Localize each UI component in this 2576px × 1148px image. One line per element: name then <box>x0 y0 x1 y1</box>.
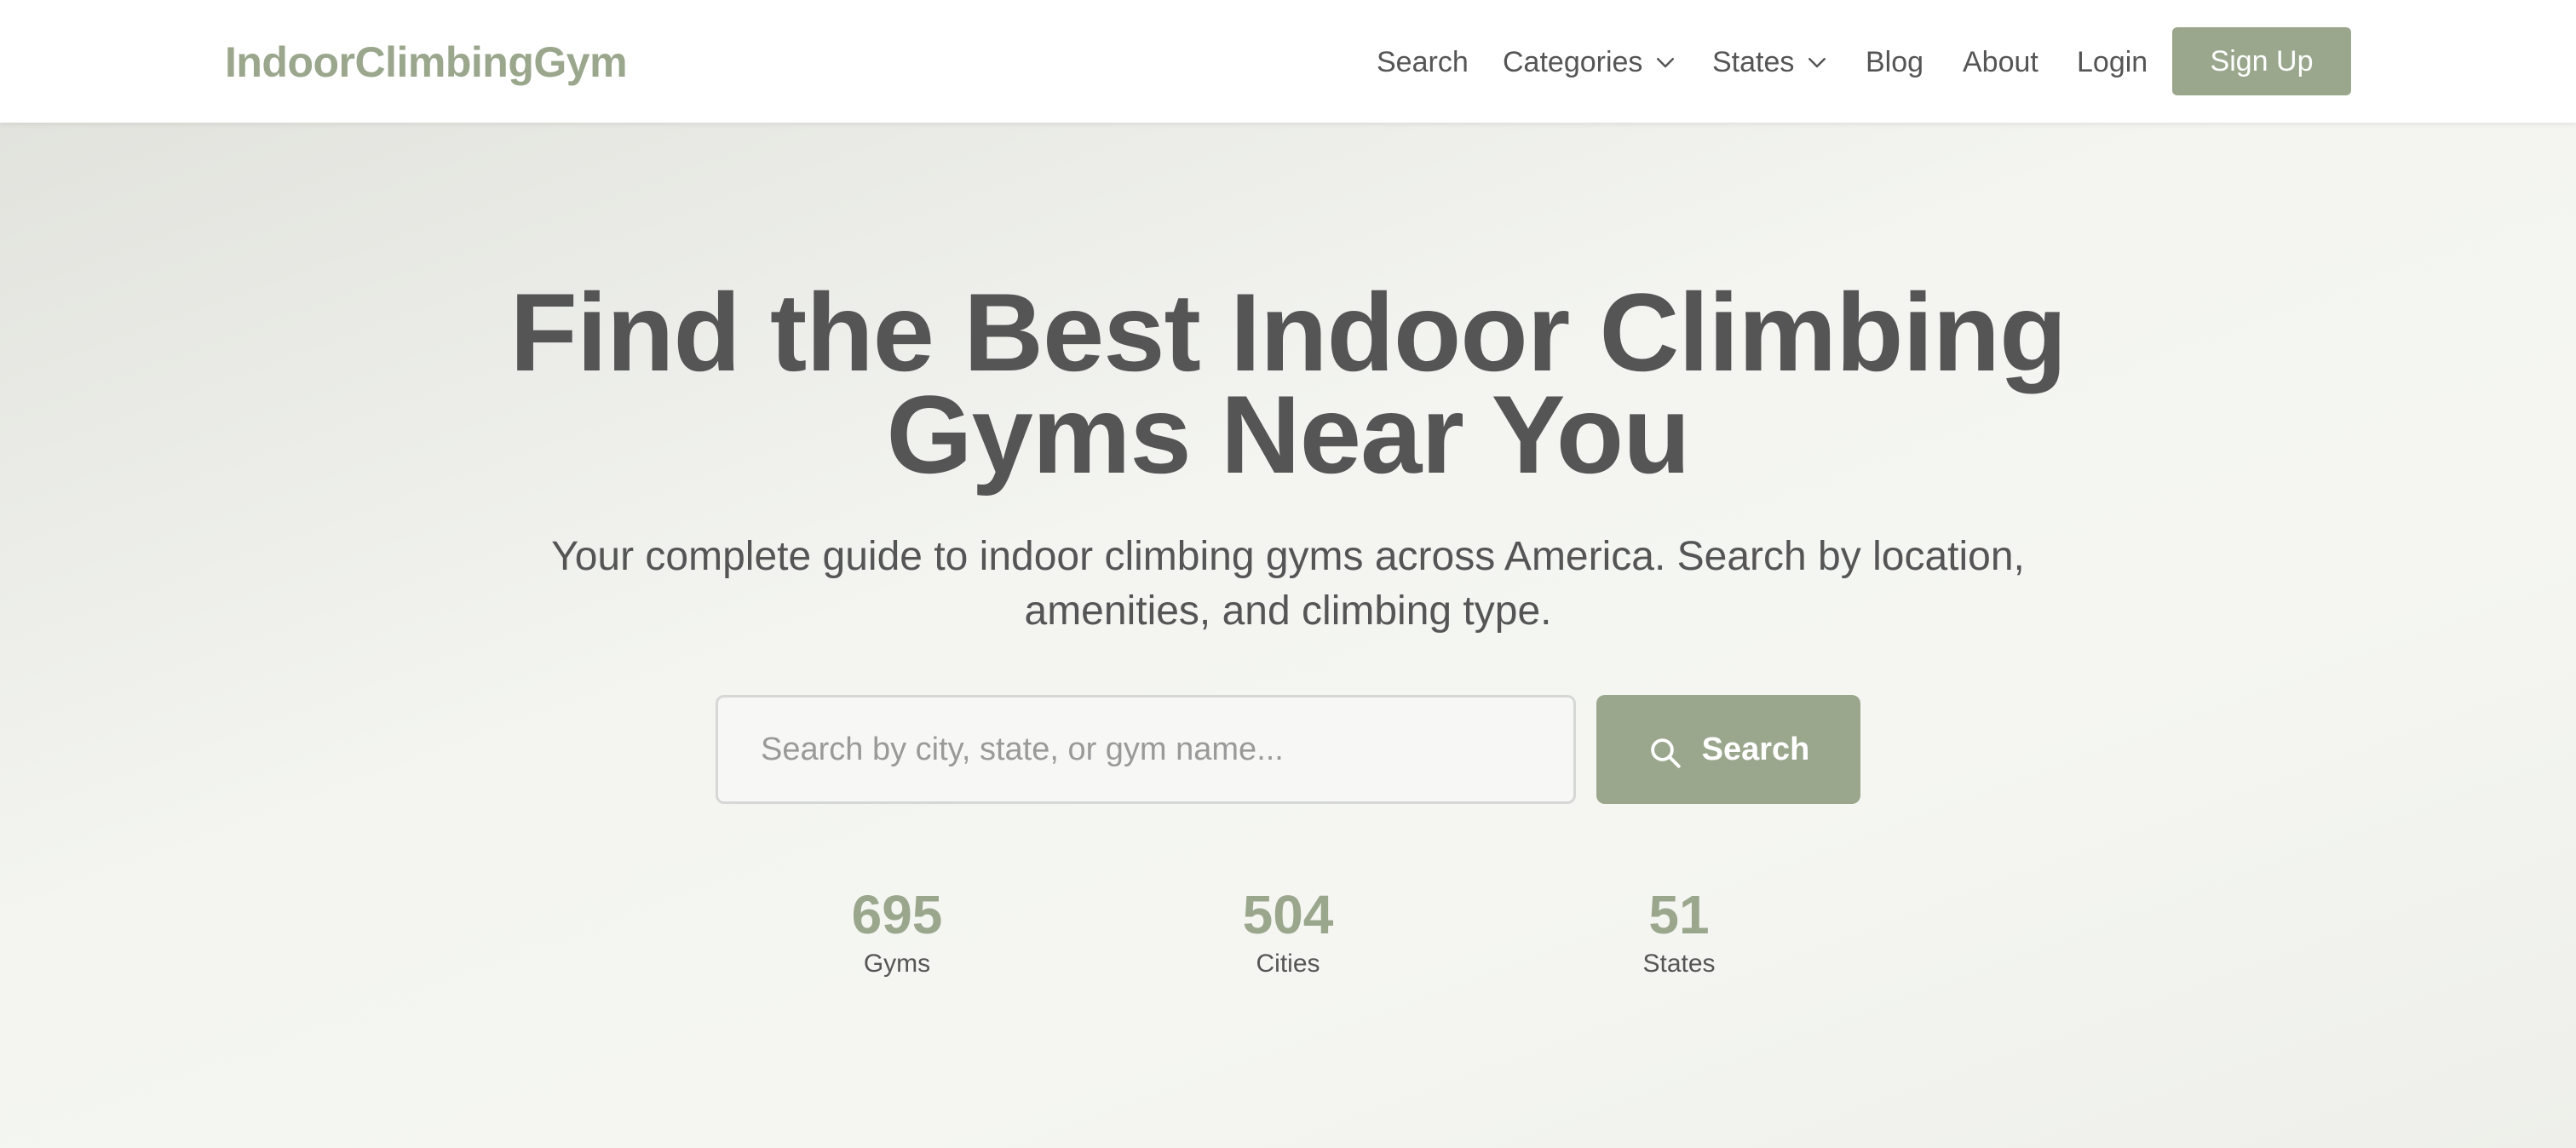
nav-link-search[interactable]: Search <box>1377 43 1469 82</box>
stat-label: States <box>1642 950 1716 978</box>
stat-value: 51 <box>1648 884 1710 945</box>
stat-value: 504 <box>1242 884 1334 945</box>
stat-label: Gyms <box>863 950 931 978</box>
nav-categories-label: Categories <box>1503 45 1643 78</box>
search-button[interactable]: Search <box>1596 695 1860 804</box>
search-input[interactable] <box>716 695 1576 804</box>
hero-title: Find the Best Indoor Climbing Gyms Near … <box>436 270 2140 497</box>
search-icon <box>1650 738 1681 768</box>
nav-dropdown-states[interactable]: States <box>1712 43 1830 82</box>
hero-subtitle-line: amenities, and climbing type. <box>1024 588 1552 634</box>
sign-up-button[interactable]: Sign Up <box>2172 27 2351 95</box>
nav-link-login[interactable]: Login <box>2077 43 2148 82</box>
stat-cities: 504 Cities <box>1160 882 1416 981</box>
stat-gyms: 695 Gyms <box>769 882 1025 981</box>
hero-title-line: Find the Best Indoor Climbing <box>509 270 2067 394</box>
nav-states-label: States <box>1712 45 1795 78</box>
nav-link-blog[interactable]: Blog <box>1866 43 1923 82</box>
hero-subtitle-line: Your complete guide to indoor climbing g… <box>551 534 2025 579</box>
stat-states: 51 States <box>1551 882 1807 981</box>
stat-label: Cities <box>1256 950 1320 978</box>
stat-value: 695 <box>851 884 943 945</box>
site-logo[interactable]: IndoorClimbingGym <box>225 37 628 87</box>
hero-title-line: Gyms Near You <box>886 372 1690 497</box>
site-header: IndoorClimbingGym Search Categories Stat… <box>0 0 2576 123</box>
search-button-label: Search <box>1701 731 1810 767</box>
hero-subtitle: Your complete guide to indoor climbing g… <box>479 530 2097 639</box>
chevron-down-icon <box>1657 58 1675 68</box>
nav-dropdown-categories[interactable]: Categories <box>1503 43 1678 82</box>
nav-link-about[interactable]: About <box>1963 43 2038 82</box>
chevron-down-icon <box>1808 58 1826 68</box>
